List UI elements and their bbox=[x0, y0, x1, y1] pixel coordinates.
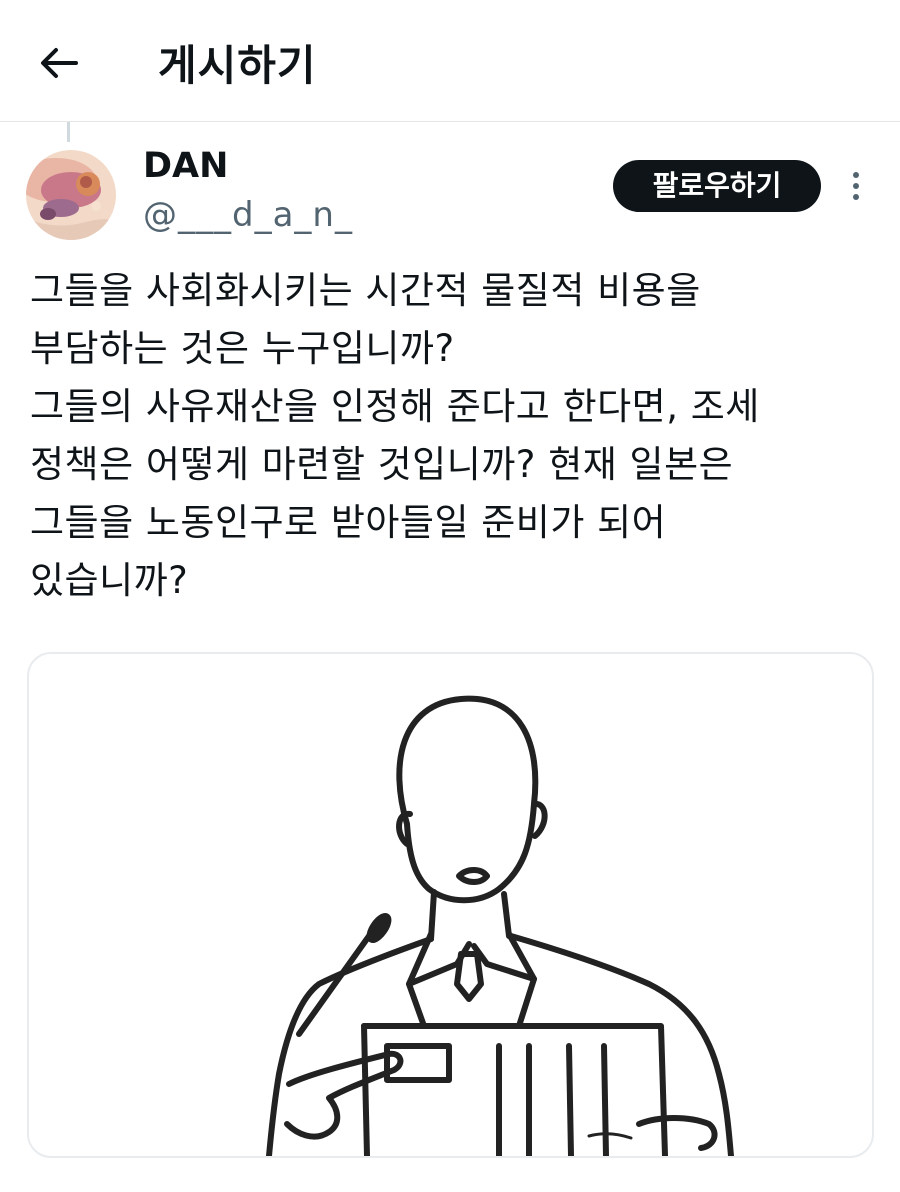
tweet-text: 그들을 사회화시키는 시간적 물질적 비용을 부담하는 것은 누구입니까? 그들… bbox=[30, 269, 760, 602]
follow-button[interactable]: 팔로우하기 bbox=[613, 160, 821, 212]
speaker-at-podium-drawing bbox=[266, 695, 734, 1156]
thread-connector-line bbox=[67, 122, 70, 142]
tweet-media-image[interactable] bbox=[27, 652, 874, 1158]
author-handle: @___d_a_n_ bbox=[143, 195, 353, 235]
top-app-bar: 게시하기 bbox=[0, 0, 900, 122]
more-options-button[interactable] bbox=[842, 166, 870, 206]
author-name[interactable]: DAN bbox=[143, 143, 228, 189]
back-button[interactable] bbox=[34, 38, 84, 88]
arrow-left-icon bbox=[41, 48, 78, 78]
more-vertical-icon bbox=[842, 166, 870, 206]
page-title: 게시하기 bbox=[158, 41, 317, 90]
avatar[interactable] bbox=[26, 150, 116, 240]
